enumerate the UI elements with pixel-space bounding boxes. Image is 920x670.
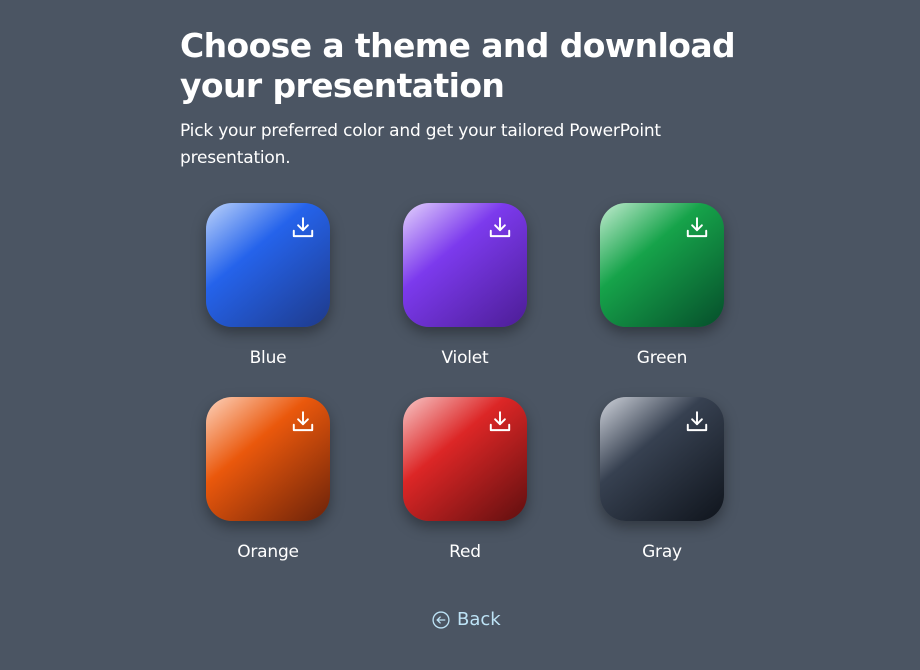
- theme-card-orange[interactable]: Orange: [206, 397, 330, 563]
- theme-label: Gray: [642, 542, 682, 562]
- download-icon[interactable]: [290, 215, 316, 241]
- theme-label: Red: [449, 542, 481, 562]
- theme-label: Orange: [237, 542, 299, 562]
- theme-card-blue[interactable]: Blue: [206, 203, 330, 369]
- arrow-left-circle-icon: [432, 610, 450, 629]
- theme-label: Violet: [441, 348, 489, 368]
- header: Choose a theme and download your present…: [180, 26, 740, 172]
- download-icon[interactable]: [487, 215, 513, 241]
- theme-card-gray[interactable]: Gray: [600, 397, 724, 563]
- back-label: Back: [457, 609, 501, 630]
- theme-label: Blue: [249, 348, 287, 368]
- theme-swatch[interactable]: [206, 203, 330, 327]
- download-icon[interactable]: [290, 409, 316, 435]
- theme-swatch[interactable]: [600, 203, 724, 327]
- theme-card-green[interactable]: Green: [600, 203, 724, 369]
- theme-swatch[interactable]: [206, 397, 330, 521]
- theme-swatch[interactable]: [403, 203, 527, 327]
- back-button[interactable]: Back: [431, 609, 501, 630]
- theme-grid: Blue Violet Green Orange Red Gray: [180, 203, 752, 563]
- theme-label: Green: [636, 348, 688, 368]
- theme-swatch[interactable]: [403, 397, 527, 521]
- page-subtitle: Pick your preferred color and get your t…: [180, 121, 661, 168]
- theme-card-red[interactable]: Red: [403, 397, 527, 563]
- theme-card-violet[interactable]: Violet: [403, 203, 527, 369]
- download-icon[interactable]: [684, 409, 710, 435]
- download-icon[interactable]: [487, 409, 513, 435]
- theme-swatch[interactable]: [600, 397, 724, 521]
- page-title: Choose a theme and download your present…: [180, 26, 736, 105]
- download-icon[interactable]: [684, 215, 710, 241]
